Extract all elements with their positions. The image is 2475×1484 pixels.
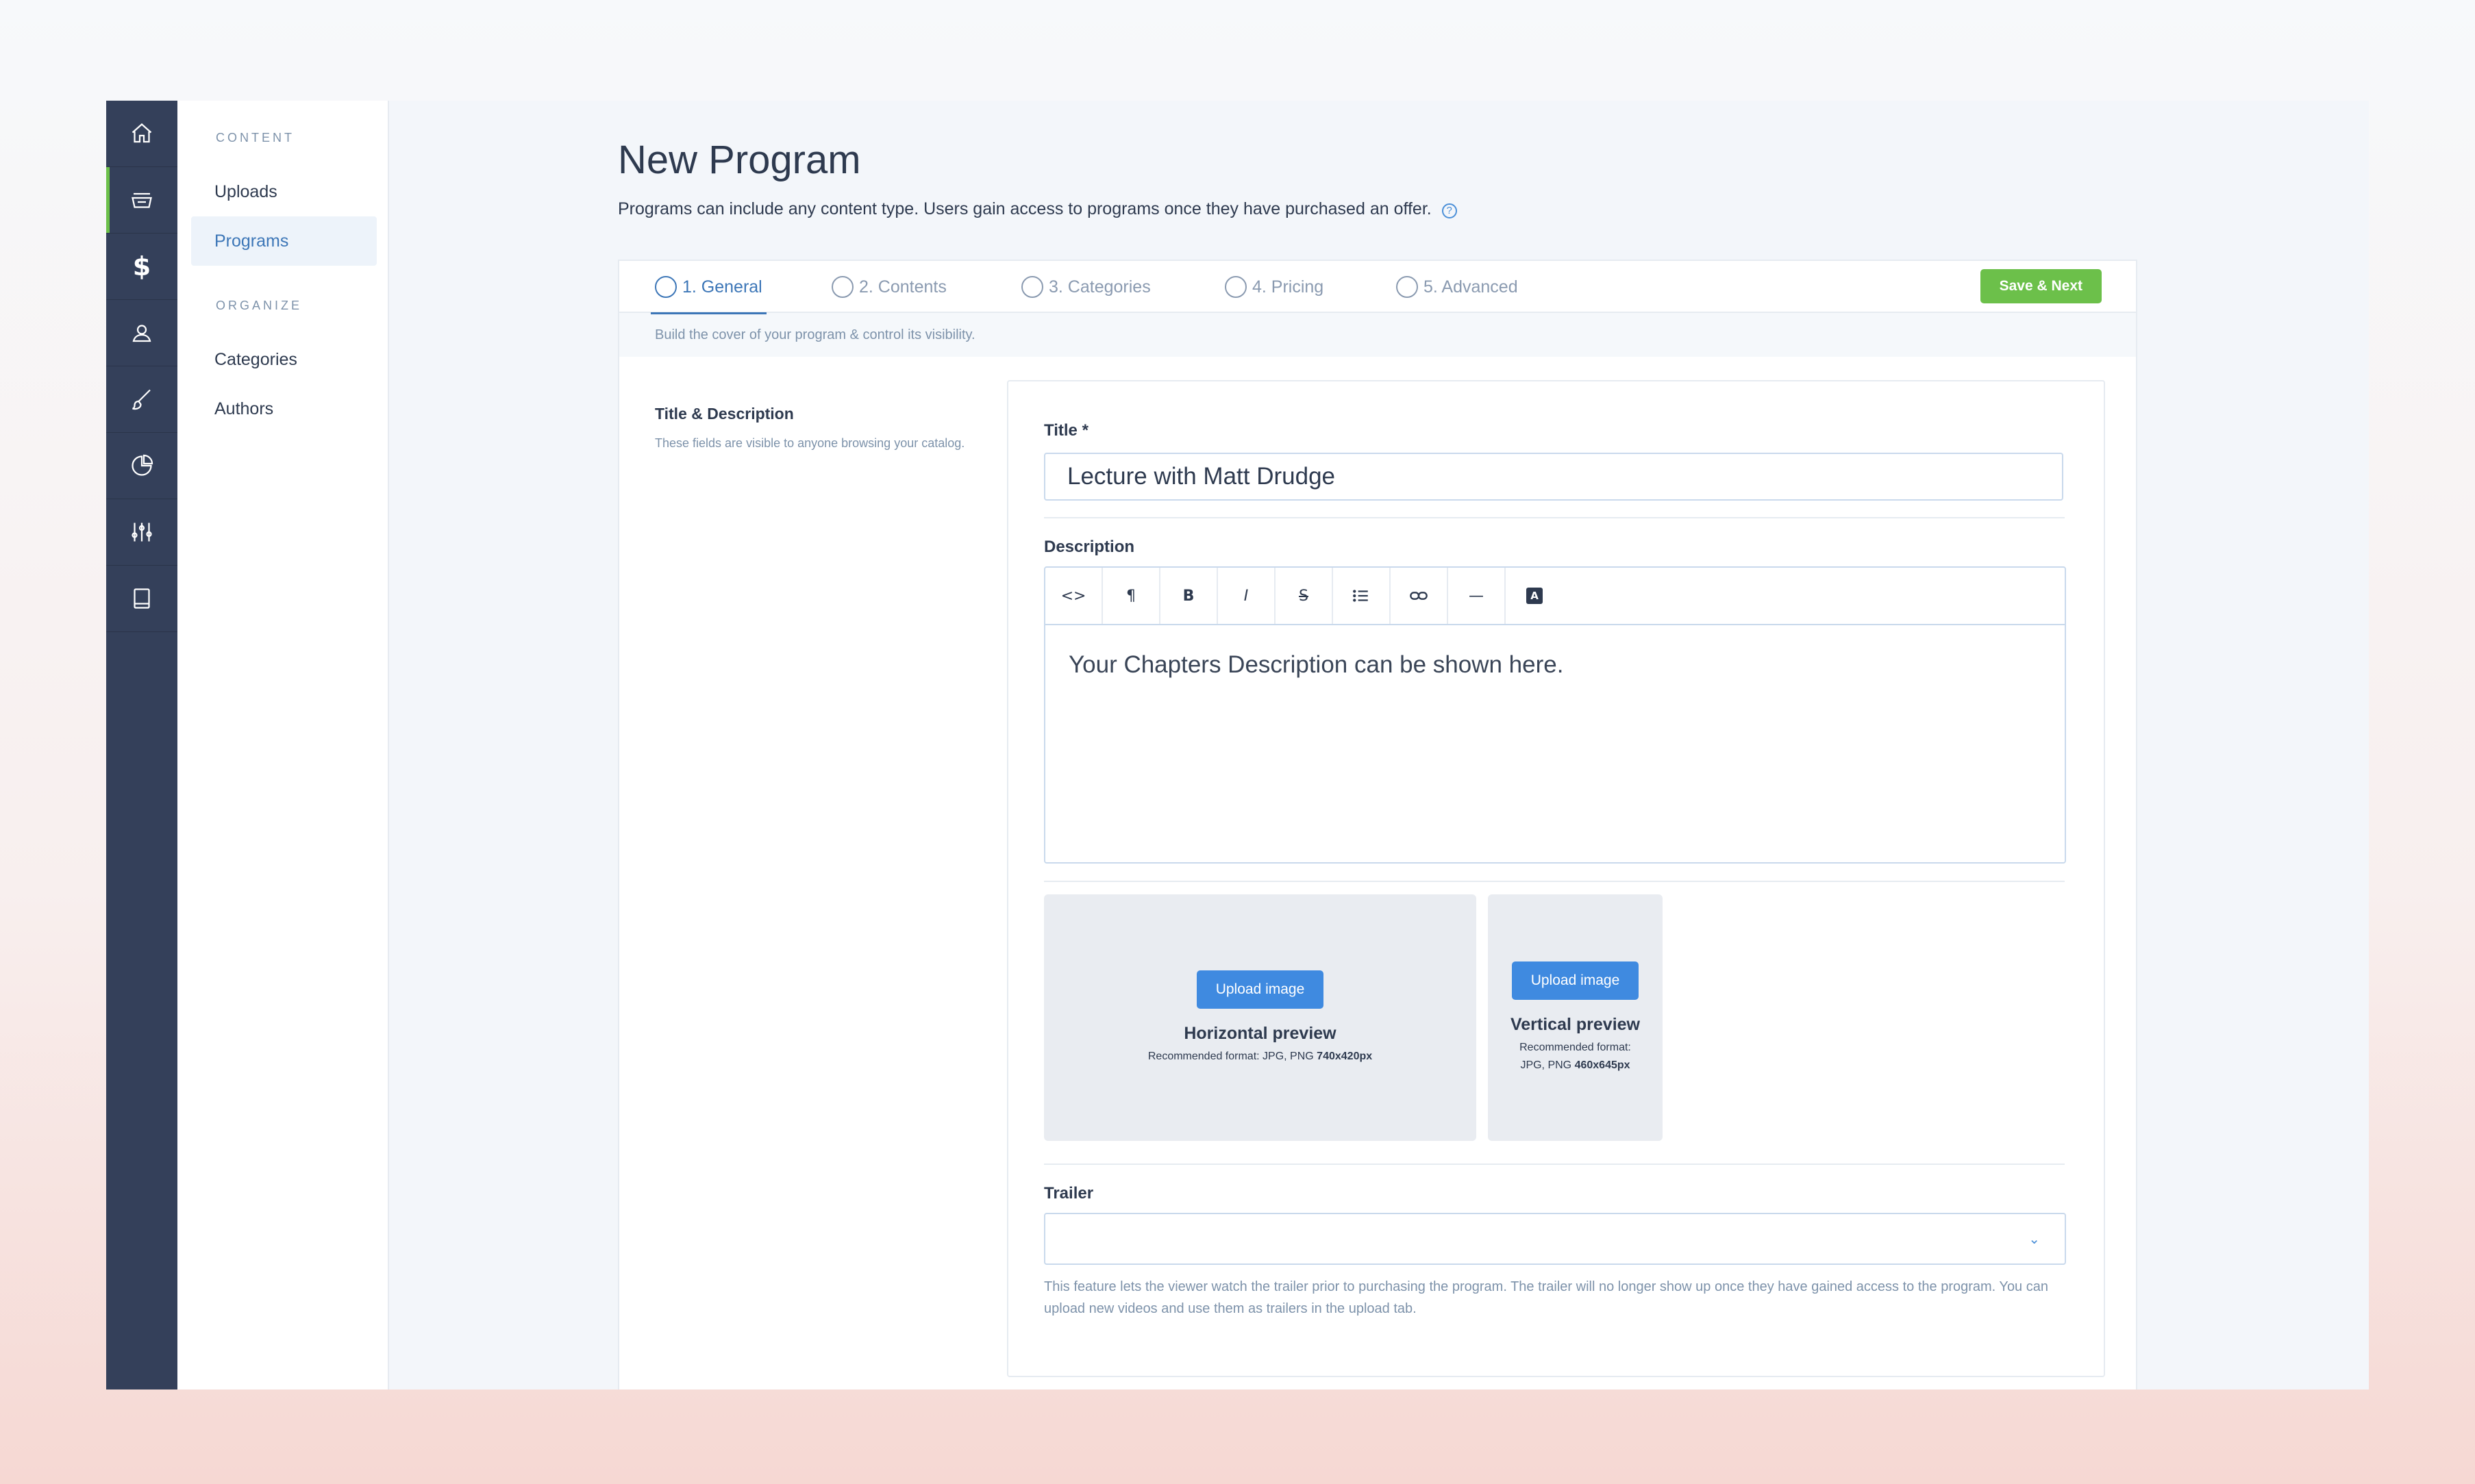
tab-general[interactable]: 1. General: [651, 261, 767, 314]
strikethrough-button[interactable]: S: [1276, 568, 1333, 624]
program-card: 1. General 2. Contents 3. Categories 4. …: [618, 260, 2137, 1389]
tab-hint: Build the cover of your program & contro…: [619, 313, 2136, 357]
description-label: Description: [1044, 538, 1135, 556]
vertical-preview-dropzone[interactable]: Upload image Vertical preview Recommende…: [1488, 894, 1663, 1141]
step-circle-icon: [1396, 276, 1418, 298]
horizontal-format-text: Recommended format: JPG, PNG: [1147, 1050, 1314, 1062]
trailer-select[interactable]: ⌄: [1044, 1213, 2066, 1265]
section-label: Title & Description These fields are vis…: [655, 405, 970, 453]
step-circle-icon: [1225, 276, 1247, 298]
code-button[interactable]: <>: [1045, 568, 1103, 624]
step-circle-icon: [1021, 276, 1043, 298]
main-content: New Program Programs can include any con…: [389, 101, 2369, 1389]
nav-item-authors[interactable]: Authors: [177, 384, 377, 433]
title-input[interactable]: [1044, 453, 2063, 501]
tab-label: 3. Categories: [1049, 277, 1151, 297]
app-window: $ CONTENT Uploads Programs ORGANIZE Cate…: [106, 101, 2369, 1389]
chevron-down-icon: ⌄: [2028, 1232, 2040, 1247]
rail-docs[interactable]: [106, 566, 177, 632]
bold-button[interactable]: B: [1160, 568, 1218, 624]
italic-button[interactable]: I: [1218, 568, 1276, 624]
rail-settings[interactable]: [106, 499, 177, 566]
rail-content[interactable]: [106, 167, 177, 234]
step-circle-icon: [832, 276, 854, 298]
vertical-size: 460x645px: [1574, 1059, 1630, 1071]
help-icon[interactable]: ?: [1441, 203, 1457, 218]
trailer-label: Trailer: [1044, 1184, 1094, 1203]
icon-rail: $: [106, 101, 177, 1389]
page-title: New Program: [618, 138, 861, 182]
list-button[interactable]: [1333, 568, 1391, 624]
nav-item-programs[interactable]: Programs: [191, 216, 377, 266]
step-tabs: 1. General 2. Contents 3. Categories 4. …: [619, 261, 2136, 314]
title-label: Title *: [1044, 421, 1089, 440]
dollar-icon: $: [132, 251, 151, 281]
tab-categories[interactable]: 3. Categories: [1021, 261, 1151, 313]
upload-vertical-button[interactable]: Upload image: [1511, 961, 1639, 1000]
horizontal-preview-dropzone[interactable]: Upload image Horizontal preview Recommen…: [1044, 894, 1476, 1141]
nav-item-uploads[interactable]: Uploads: [177, 167, 377, 216]
text-color-icon: A: [1526, 588, 1543, 604]
section-heading: Title & Description: [655, 405, 794, 423]
tab-pricing[interactable]: 4. Pricing: [1225, 261, 1323, 313]
divider: [1044, 881, 2065, 882]
step-circle-icon: [655, 276, 677, 298]
link-button[interactable]: [1391, 568, 1448, 624]
tab-contents[interactable]: 2. Contents: [832, 261, 947, 313]
horizontal-format: Recommended format: JPG, PNG 740x420px: [1148, 1048, 1372, 1066]
horizontal-preview-title: Horizontal preview: [1184, 1023, 1336, 1043]
divider: [1044, 1164, 2065, 1165]
editor-toolbar: <> ¶ B I S — A: [1045, 568, 2065, 625]
upload-horizontal-button[interactable]: Upload image: [1196, 970, 1324, 1009]
description-text[interactable]: Your Chapters Description can be shown h…: [1045, 625, 2065, 705]
rail-home[interactable]: [106, 101, 177, 167]
vertical-preview-title: Vertical preview: [1510, 1014, 1640, 1034]
text-color-button[interactable]: A: [1506, 568, 1563, 624]
description-editor: <> ¶ B I S — A Your Chapters Description…: [1044, 566, 2066, 864]
book-icon: [134, 588, 150, 609]
vertical-format-text: JPG, PNG: [1520, 1059, 1572, 1071]
home-icon: [132, 123, 152, 143]
rail-design[interactable]: [106, 366, 177, 433]
organize-heading: ORGANIZE: [216, 299, 303, 312]
tab-advanced[interactable]: 5. Advanced: [1396, 261, 1518, 313]
list-icon: [1353, 590, 1368, 602]
rail-analytics[interactable]: [106, 433, 177, 499]
page-subtitle-text: Programs can include any content type. U…: [618, 199, 1432, 218]
tab-label: 4. Pricing: [1252, 277, 1324, 297]
trailer-help-text: This feature lets the viewer watch the t…: [1044, 1279, 2048, 1316]
secondary-nav: CONTENT Uploads Programs ORGANIZE Catego…: [177, 101, 389, 1389]
paragraph-button[interactable]: ¶: [1103, 568, 1160, 624]
rail-sales[interactable]: $: [106, 234, 177, 300]
content-heading: CONTENT: [216, 131, 295, 144]
save-next-button[interactable]: Save & Next: [1980, 269, 2102, 303]
tab-label: 1. General: [682, 277, 762, 297]
pie-chart-icon: [132, 454, 153, 476]
brush-icon: [132, 389, 151, 410]
inbox-icon: [132, 192, 152, 208]
divider: [1044, 517, 2065, 518]
nav-item-categories[interactable]: Categories: [177, 335, 377, 384]
vertical-format: JPG, PNG 460x645px: [1520, 1057, 1630, 1074]
section-description: These fields are visible to anyone brows…: [655, 436, 965, 450]
tab-label: 2. Contents: [859, 277, 947, 297]
form-box: Title * Description <> ¶ B I S: [1007, 380, 2105, 1377]
user-icon: [132, 325, 151, 342]
page-subtitle: Programs can include any content type. U…: [618, 199, 1457, 219]
vertical-format-line1: Recommended format:: [1519, 1041, 1631, 1053]
tab-label: 5. Advanced: [1423, 277, 1518, 297]
horizontal-size: 740x420px: [1317, 1050, 1373, 1062]
sliders-icon: [132, 523, 152, 542]
link-icon: [1410, 592, 1428, 600]
horizontal-rule-button[interactable]: —: [1448, 568, 1506, 624]
rail-users[interactable]: [106, 300, 177, 366]
